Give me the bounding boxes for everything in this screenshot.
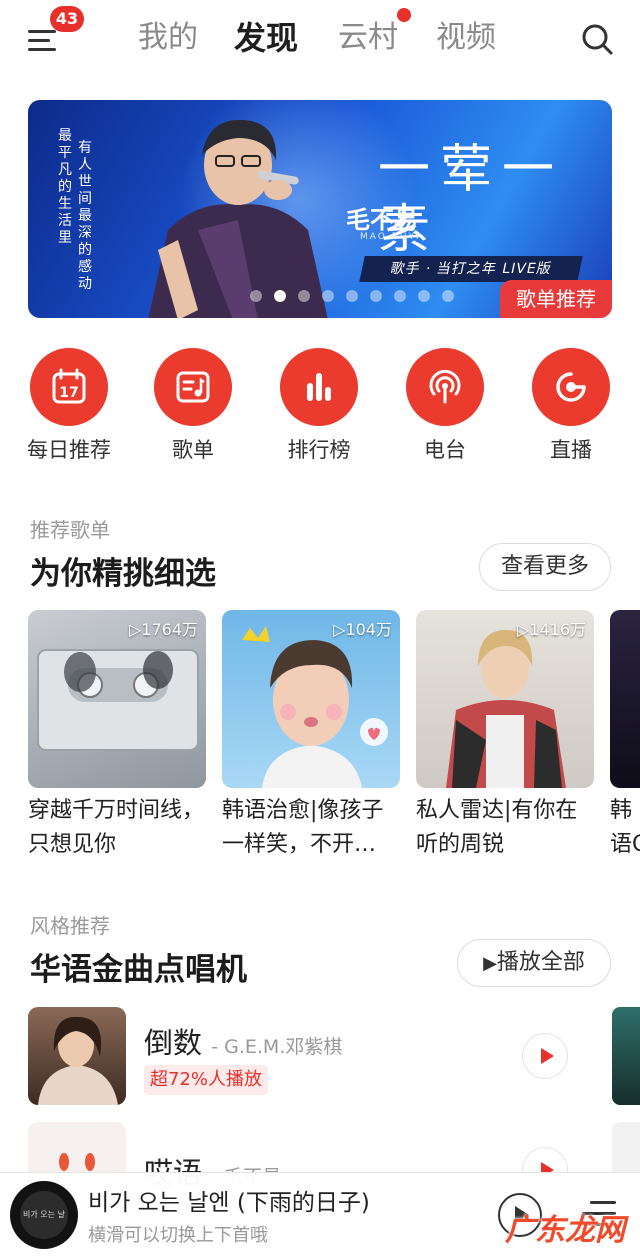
search-button[interactable] [578, 20, 618, 60]
album-art [38, 1016, 118, 1105]
carousel-dot[interactable] [346, 290, 358, 302]
live-icon [556, 372, 586, 402]
calendar-day: 17 [59, 385, 78, 401]
banner-vertical-text-2: 有人世间最深的感动 [78, 140, 92, 292]
banner-carousel[interactable]: 最平凡的生活里 有人世间最深的感动 一荤一素 毛不易 MAO BUYI 歌手 ·… [28, 100, 612, 318]
quick-label: 直播 [550, 438, 592, 462]
banner-tag: 歌单推荐 [500, 280, 612, 318]
quick-live[interactable]: 直播 [521, 348, 621, 464]
tab-discover[interactable]: 发现 [234, 16, 298, 60]
quick-label: 电台 [424, 438, 466, 462]
banner-vertical-text-1: 最平凡的生活里 [58, 128, 72, 246]
singer-image [148, 119, 328, 318]
player-disc[interactable]: 비가 오는 날엔 [10, 1181, 78, 1249]
playlist-icon [176, 371, 210, 403]
see-more-button[interactable]: 查看更多 [479, 543, 611, 591]
tab-cloud-village[interactable]: 云村 [338, 16, 398, 60]
song-name: 倒数 [144, 1026, 203, 1060]
player-cover-art: 비가 오는 날엔 [20, 1191, 68, 1239]
tab-mine[interactable]: 我的 [138, 16, 198, 60]
carousel-dot[interactable] [250, 290, 262, 302]
carousel-dot[interactable] [298, 290, 310, 302]
section-subtitle: 风格推荐 [30, 914, 110, 938]
player-song-title: 비가 오는 날엔 (下雨的日子) [88, 1190, 370, 1216]
play-count: ▷104万 [333, 620, 392, 639]
new-dot [397, 8, 411, 22]
section-title: 为你精挑细选 [30, 556, 216, 592]
radio-icon [429, 369, 461, 404]
section-title: 华语金曲点唱机 [30, 952, 247, 988]
song-artist: - G.E.M.邓紫棋 [211, 1036, 343, 1058]
banner-artist-en: MAO BUYI [360, 232, 421, 242]
quick-label: 排行榜 [287, 438, 351, 462]
song-title-line: 倒数 - G.E.M.邓紫棋 [144, 1020, 342, 1062]
play-all-button[interactable]: ▶播放全部 [457, 939, 611, 987]
playlist-cover: ▷1764万 [28, 610, 206, 788]
song-cover[interactable] [28, 1007, 126, 1105]
carousel-dot[interactable] [274, 290, 286, 302]
playlist-title: 韩语CU [610, 798, 640, 857]
carousel-dot[interactable] [394, 290, 406, 302]
next-column-cover[interactable] [612, 1007, 640, 1105]
play-count: ▷1416万 [516, 620, 586, 639]
play-icon: ▶ [483, 953, 497, 974]
quick-label: 每日推荐 [27, 438, 111, 462]
playlist-cover: ▷104万 [222, 610, 400, 788]
quick-label: 歌单 [172, 438, 214, 462]
playlist-card[interactable]: ▷104万 韩语治愈|像孩子一样笑，不开… [222, 610, 400, 864]
carousel-dot[interactable] [322, 290, 334, 302]
watermark: 广东龙网 [505, 1213, 625, 1248]
song-hot-tag: 超72%人播放 [144, 1065, 269, 1095]
playlist-card[interactable]: 韩语CU [610, 610, 640, 864]
calendar-icon: 17 [52, 368, 86, 404]
song-play-button[interactable] [522, 1033, 568, 1079]
banner-subtitle: 歌手 · 当打之年 LIVE版 [359, 256, 583, 282]
play-count: ▷1764万 [128, 620, 198, 639]
player-hint: 横滑可以切换上下首哦 [88, 1225, 268, 1246]
quick-daily-recommend[interactable]: 17 每日推荐 [19, 348, 119, 464]
quick-playlist[interactable]: 歌单 [143, 348, 243, 464]
banner-artist: 毛不易 [346, 206, 418, 234]
notification-badge: 43 [50, 6, 84, 32]
playlist-title: 穿越千万时间线，只想见你 [28, 798, 205, 857]
quick-charts[interactable]: 排行榜 [269, 348, 369, 464]
carousel-dot[interactable] [370, 290, 382, 302]
playlist-card[interactable]: ▷1416万 私人雷达|有你在听的周锐 [416, 610, 594, 864]
playlist-cover [610, 610, 640, 788]
playlist-title: 韩语治愈|像孩子一样笑，不开… [222, 798, 384, 857]
carousel-dot[interactable] [442, 290, 454, 302]
playlist-cover: ▷1416万 [416, 610, 594, 788]
section-subtitle: 推荐歌单 [30, 518, 110, 542]
playlist-card[interactable]: ▷1764万 穿越千万时间线，只想见你 [28, 610, 206, 864]
chart-bars-icon [307, 373, 331, 401]
tab-video[interactable]: 视频 [436, 16, 496, 60]
search-icon [582, 24, 613, 55]
playlist-title: 私人雷达|有你在听的周锐 [416, 798, 578, 857]
top-bar: 43 我的 发现 云村 视频 [0, 0, 640, 80]
play-all-label: 播放全部 [496, 950, 585, 975]
carousel-dot[interactable] [418, 290, 430, 302]
carousel-dots [250, 290, 454, 302]
quick-radio[interactable]: 电台 [395, 348, 495, 464]
